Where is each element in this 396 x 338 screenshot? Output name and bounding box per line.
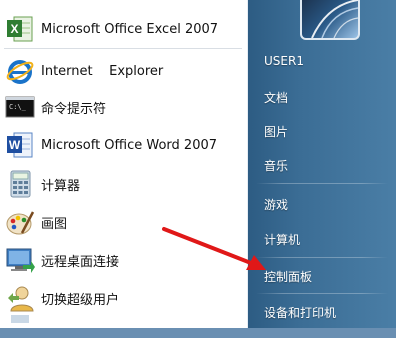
svg-text:X: X [10, 22, 18, 36]
svg-text:W: W [9, 138, 21, 152]
program-label: 切换超级用户 [41, 292, 120, 308]
place-pictures[interactable]: 图片 [264, 123, 288, 140]
program-excel[interactable]: X Microsoft Office Excel 2007 [0, 12, 246, 46]
program-label: Microsoft Office Word 2007 [41, 137, 218, 153]
word-icon: W [5, 130, 35, 160]
program-word[interactable]: W Microsoft Office Word 2007 [0, 128, 246, 162]
place-control-panel[interactable]: 控制面板 [264, 268, 312, 285]
program-label: 命令提示符 [41, 101, 107, 117]
places-separator [256, 183, 388, 184]
user-account-picture[interactable] [300, 0, 360, 40]
place-music[interactable]: 音乐 [264, 157, 288, 174]
program-partial [0, 315, 246, 328]
calculator-icon [5, 169, 35, 199]
svg-text:C:\_: C:\_ [9, 103, 27, 111]
place-computer[interactable]: 计算机 [264, 231, 300, 248]
place-games[interactable]: 游戏 [264, 196, 288, 213]
start-menu-programs-pane: X Microsoft Office Excel 2007 Internet E… [0, 0, 249, 328]
user-picture-image [311, 0, 358, 38]
program-label: Microsoft Office Excel 2007 [41, 21, 219, 37]
remote-desktop-icon [5, 245, 35, 275]
command-prompt-icon: C:\_ [5, 92, 35, 122]
program-label: 画图 [41, 216, 68, 232]
place-user1[interactable]: USER1 [264, 54, 304, 68]
program-internet-explorer[interactable]: Internet Explorer [0, 54, 246, 88]
program-label: 计算器 [41, 178, 81, 194]
program-command-prompt[interactable]: C:\_ 命令提示符 [0, 90, 246, 124]
excel-icon: X [5, 14, 35, 44]
paint-icon [5, 207, 35, 237]
program-label: 远程桌面连接 [41, 254, 120, 270]
internet-explorer-icon [5, 56, 35, 86]
program-switch-superuser[interactable]: 切换超级用户 [0, 281, 246, 315]
pinned-separator [4, 48, 242, 49]
place-documents[interactable]: 文档 [264, 89, 288, 106]
program-calculator[interactable]: 计算器 [0, 167, 246, 201]
program-remote-desktop[interactable]: 远程桌面连接 [0, 243, 246, 277]
start-menu-places-pane: USER1 文档 图片 音乐 游戏 计算机 控制面板 设备和打印机 [248, 0, 396, 328]
program-label: Internet Explorer [41, 63, 164, 79]
partial-program-icon [5, 308, 35, 338]
program-paint[interactable]: 画图 [0, 205, 246, 239]
place-devices-printers[interactable]: 设备和打印机 [264, 304, 336, 321]
places-separator [256, 293, 388, 294]
places-separator [256, 257, 388, 258]
